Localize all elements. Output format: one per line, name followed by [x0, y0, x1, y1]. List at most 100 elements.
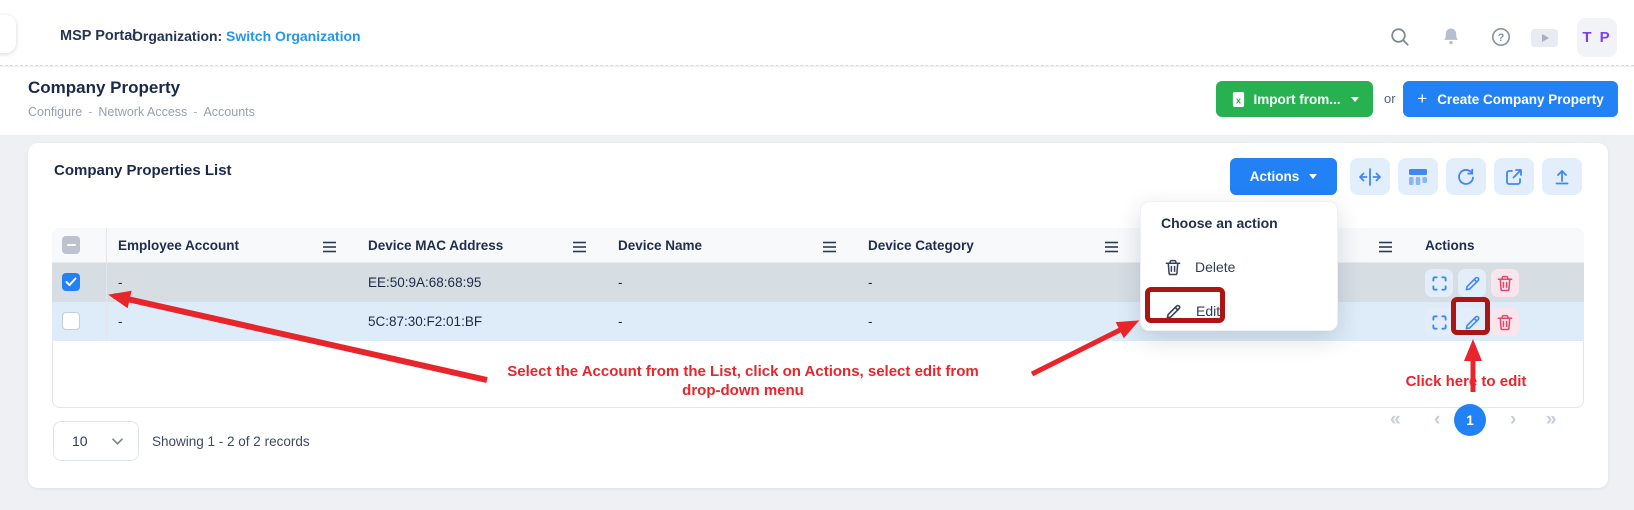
expand-brackets-icon	[1431, 314, 1448, 331]
svg-text:x: x	[1235, 95, 1241, 105]
breadcrumb-separator: -	[88, 105, 92, 119]
col-header-actions: Actions	[1425, 238, 1475, 253]
columns-icon	[1408, 167, 1428, 187]
trash-icon	[1497, 275, 1513, 292]
column-menu-icon[interactable]	[1104, 240, 1119, 258]
menu-item-edit[interactable]: Edit	[1151, 294, 1329, 328]
app-window: MSP Portal Organization: Switch Organiza…	[0, 0, 1634, 510]
menu-item-delete-label: Delete	[1195, 259, 1235, 275]
pagination-last[interactable]: »	[1546, 406, 1557, 434]
refresh-button[interactable]	[1446, 158, 1486, 195]
breadcrumb-item-network-access[interactable]: Network Access	[98, 105, 187, 119]
pagination-next[interactable]: ›	[1510, 406, 1516, 434]
table-row-1[interactable]: - EE:50:9A:68:68:95 - -	[52, 263, 1584, 302]
breadcrumb-item-configure[interactable]: Configure	[28, 105, 82, 119]
page-size-select[interactable]: 10	[53, 421, 139, 461]
breadcrumb-item-accounts[interactable]: Accounts	[203, 105, 254, 119]
actions-button[interactable]: Actions	[1230, 158, 1337, 195]
page-title: Company Property	[28, 78, 180, 98]
cell-employee-account: -	[118, 275, 123, 290]
pagination-first[interactable]: «	[1390, 406, 1401, 434]
row-2-expand-button[interactable]	[1425, 308, 1453, 336]
column-menu-icon[interactable]	[322, 240, 337, 258]
cell-device-category: -	[868, 275, 873, 290]
brand-title: MSP Portal	[60, 28, 136, 44]
or-text: or	[1384, 91, 1396, 106]
open-in-new-button[interactable]	[1494, 158, 1534, 195]
column-resize-button[interactable]	[1350, 158, 1390, 195]
excel-file-icon: x	[1231, 91, 1246, 108]
topbar: MSP Portal Organization: Switch Organiza…	[0, 0, 1634, 66]
import-from-label: Import from...	[1254, 92, 1341, 107]
col-header-device-name[interactable]: Device Name	[618, 238, 702, 253]
actions-label: Actions	[1250, 169, 1300, 184]
play-triangle-icon	[1542, 34, 1549, 42]
organization-label: Organization:	[132, 28, 222, 44]
column-visibility-button[interactable]	[1398, 158, 1438, 195]
checkbox-column-separator	[106, 228, 107, 341]
indeterminate-dash-icon	[67, 244, 76, 247]
checkmark-icon	[65, 277, 77, 287]
breadcrumb: Configure-Network Access-Accounts	[28, 105, 255, 119]
expand-brackets-icon	[1431, 275, 1448, 292]
import-from-button[interactable]: x Import from...	[1216, 81, 1373, 117]
pencil-icon	[1165, 303, 1182, 320]
breadcrumb-separator: -	[193, 105, 197, 119]
caret-down-icon	[1351, 97, 1359, 102]
select-all-checkbox[interactable]	[62, 236, 80, 254]
menu-item-delete[interactable]: Delete	[1151, 250, 1329, 284]
help-icon[interactable]: ?	[1490, 26, 1512, 48]
column-menu-icon[interactable]	[572, 240, 587, 258]
create-company-property-button[interactable]: + Create Company Property	[1403, 81, 1618, 117]
table-header-row: Employee Account Device MAC Address Devi…	[52, 228, 1584, 263]
row-2-delete-button[interactable]	[1491, 308, 1519, 336]
column-menu-icon[interactable]	[822, 240, 837, 258]
showing-records-text: Showing 1 - 2 of 2 records	[152, 434, 310, 449]
cell-device-name: -	[618, 275, 623, 290]
column-menu-icon[interactable]	[1378, 240, 1393, 258]
dropdown-title: Choose an action	[1161, 215, 1278, 231]
row-2-checkbox-unchecked[interactable]	[62, 312, 80, 330]
col-header-employee-account[interactable]: Employee Account	[118, 238, 239, 253]
pencil-icon	[1464, 275, 1481, 292]
plus-icon: +	[1417, 89, 1427, 109]
search-icon[interactable]	[1389, 26, 1411, 48]
menu-item-edit-label: Edit	[1196, 303, 1220, 319]
annotation-hint-line2: drop-down menu	[460, 381, 1026, 400]
svg-text:?: ?	[1498, 32, 1505, 44]
row-1-edit-button[interactable]	[1458, 269, 1486, 297]
page-header: Company Property Configure-Network Acces…	[0, 67, 1634, 135]
caret-down-icon	[1309, 174, 1317, 179]
switch-organization-link[interactable]: Switch Organization	[226, 28, 361, 44]
export-button[interactable]	[1542, 158, 1582, 195]
video-tutorial-icon[interactable]	[1531, 29, 1558, 47]
export-upload-icon	[1552, 167, 1572, 187]
refresh-icon	[1456, 167, 1476, 187]
page-size-value: 10	[72, 433, 88, 449]
annotation-hint-line1: Select the Account from the List, click …	[460, 362, 1026, 381]
row-1-checkbox-checked[interactable]	[62, 273, 80, 291]
card-title: Company Properties List	[54, 162, 232, 179]
annotation-click-to-edit: Click here to edit	[1398, 372, 1534, 391]
col-header-device-mac[interactable]: Device MAC Address	[368, 238, 503, 253]
row-1-delete-button[interactable]	[1491, 269, 1519, 297]
col-header-device-category[interactable]: Device Category	[868, 238, 974, 253]
user-avatar[interactable]: T P	[1577, 18, 1617, 57]
table-row-2[interactable]: - 5C:87:30:F2:01:BF - -	[52, 302, 1584, 341]
actions-dropdown-menu: Choose an action Delete Edit	[1140, 201, 1338, 331]
annotation-select-hint: Select the Account from the List, click …	[460, 362, 1026, 400]
pagination-prev[interactable]: ‹	[1434, 406, 1440, 434]
cell-device-mac: EE:50:9A:68:68:95	[368, 275, 481, 290]
column-resize-icon	[1358, 167, 1382, 187]
pencil-icon	[1464, 314, 1481, 331]
row-1-expand-button[interactable]	[1425, 269, 1453, 297]
cell-device-name: -	[618, 314, 623, 329]
row-2-edit-button[interactable]	[1458, 308, 1486, 336]
trash-icon	[1165, 259, 1181, 276]
cell-device-category: -	[868, 314, 873, 329]
create-company-property-label: Create Company Property	[1437, 92, 1604, 107]
cell-device-mac: 5C:87:30:F2:01:BF	[368, 314, 482, 329]
sidebar-toggle[interactable]	[0, 15, 16, 53]
pagination-page-1[interactable]: 1	[1454, 404, 1486, 436]
notifications-bell-icon[interactable]	[1440, 26, 1462, 48]
